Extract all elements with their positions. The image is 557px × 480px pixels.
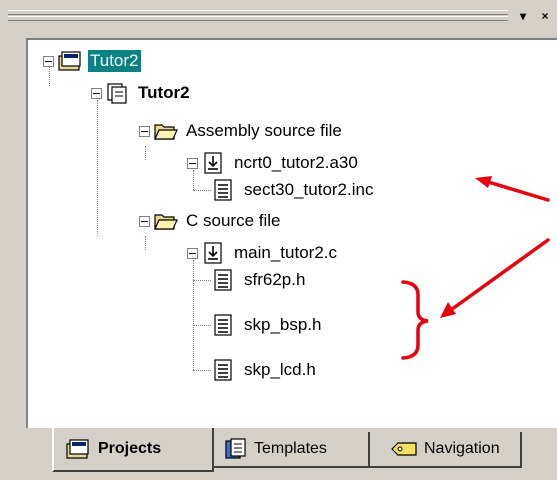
tab-navigation[interactable]: Navigation xyxy=(370,432,522,468)
tab-label: Navigation xyxy=(424,440,500,457)
tab-label: Projects xyxy=(98,440,162,457)
close-icon[interactable]: × xyxy=(536,8,554,24)
tree-item-header-2[interactable]: skp_bsp.h xyxy=(212,312,324,338)
tree-item-header-1[interactable]: sfr62p.h xyxy=(212,267,307,293)
text-file-icon xyxy=(214,179,232,201)
minimize-icon[interactable]: ▾ xyxy=(514,8,532,24)
file-label: skp_bsp.h xyxy=(244,315,322,334)
project-icon xyxy=(107,83,127,104)
folder-label: Assembly source file xyxy=(186,121,342,140)
collapse-icon[interactable] xyxy=(187,247,198,259)
file-label: sect30_tutor2.inc xyxy=(244,180,374,199)
folder-label: C source file xyxy=(186,211,281,230)
panel-tabs: Projects Templates Navigation xyxy=(26,428,557,480)
tree-item-asm-file[interactable]: ncrt0_tutor2.a30 xyxy=(187,150,360,176)
collapse-icon[interactable] xyxy=(91,87,102,99)
tree-item-inc-file[interactable]: sect30_tutor2.inc xyxy=(212,177,375,203)
folder-open-icon xyxy=(154,214,178,230)
folder-open-icon xyxy=(154,124,178,140)
source-file-icon xyxy=(204,242,222,264)
text-file-icon xyxy=(214,359,232,381)
collapse-icon[interactable] xyxy=(139,125,150,137)
tree-item-assembly-folder[interactable]: Assembly source file xyxy=(139,118,344,144)
source-file-icon xyxy=(204,152,222,174)
tree-item-c-file[interactable]: main_tutor2.c xyxy=(187,240,339,266)
file-label: skp_lcd.h xyxy=(244,360,316,379)
tab-projects[interactable]: Projects xyxy=(52,428,214,472)
tree-item-header-3[interactable]: skp_lcd.h xyxy=(212,357,318,383)
workspace-icon xyxy=(66,439,89,459)
file-label: main_tutor2.c xyxy=(234,243,337,262)
file-label: sfr62p.h xyxy=(244,270,306,289)
project-label: Tutor2 xyxy=(138,83,190,102)
tab-templates[interactable]: Templates xyxy=(214,432,370,468)
project-tree[interactable]: Tutor2 Tutor2 Assembly source file ncrt0… xyxy=(26,38,557,428)
templates-icon xyxy=(225,438,246,459)
file-label: ncrt0_tutor2.a30 xyxy=(234,153,358,172)
collapse-icon[interactable] xyxy=(43,55,54,67)
text-file-icon xyxy=(214,314,232,336)
workspace-icon xyxy=(58,51,81,71)
title-grip[interactable] xyxy=(8,10,508,15)
tree-item-c-folder[interactable]: C source file xyxy=(139,208,282,234)
tab-label: Templates xyxy=(254,440,327,457)
navigation-icon xyxy=(391,442,417,456)
text-file-icon xyxy=(214,269,232,291)
tree-item-workspace[interactable]: Tutor2 xyxy=(43,48,141,74)
collapse-icon[interactable] xyxy=(187,157,198,169)
title-grip-2[interactable] xyxy=(8,16,508,21)
tree-item-project[interactable]: Tutor2 xyxy=(91,80,192,106)
collapse-icon[interactable] xyxy=(139,215,150,227)
workspace-label: Tutor2 xyxy=(88,50,141,72)
panel-title-bar: ▾ × xyxy=(0,0,557,30)
